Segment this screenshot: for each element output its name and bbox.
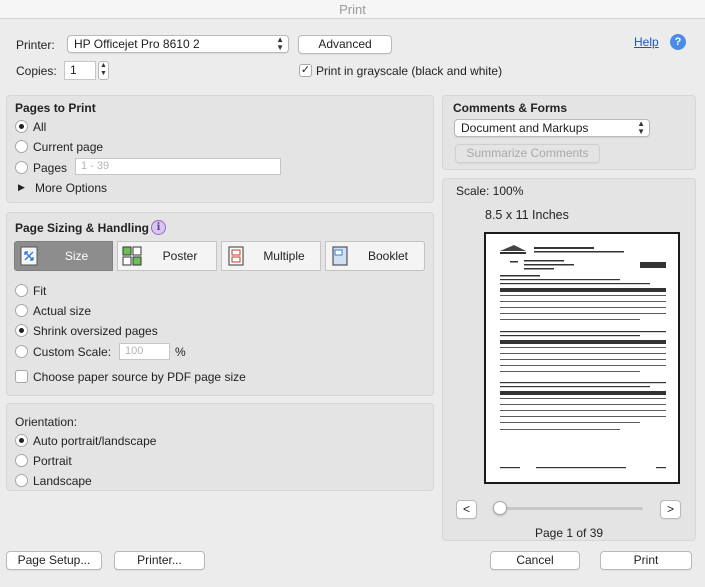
summarize-comments-button[interactable]: Summarize Comments xyxy=(455,144,600,163)
copies-input[interactable]: 1 xyxy=(64,61,96,80)
printer-label: Printer: xyxy=(16,38,55,52)
shrink-oversized-label: Shrink oversized pages xyxy=(33,324,158,338)
actual-size-radio[interactable] xyxy=(15,304,28,317)
booklet-icon xyxy=(332,246,348,266)
tab-booklet[interactable]: Booklet xyxy=(325,241,425,271)
shrink-oversized-radio[interactable] xyxy=(15,324,28,337)
help-link[interactable]: Help xyxy=(634,35,659,49)
portrait-radio[interactable] xyxy=(15,454,28,467)
grayscale-label: Print in grayscale (black and white) xyxy=(316,64,503,78)
custom-scale-input[interactable]: 100 xyxy=(119,343,170,360)
paper-source-label: Choose paper source by PDF page size xyxy=(33,370,246,384)
copies-stepper[interactable]: ▲ ▼ xyxy=(98,61,109,80)
copies-label: Copies: xyxy=(16,64,57,78)
tab-size[interactable]: Size xyxy=(14,241,113,271)
paper-source-checkbox[interactable] xyxy=(15,370,28,383)
more-options-toggle[interactable]: More Options xyxy=(35,181,107,195)
multiple-pages-icon xyxy=(228,246,244,266)
page-setup-button[interactable]: Page Setup... xyxy=(6,551,102,570)
custom-scale-radio[interactable] xyxy=(15,345,28,358)
size-arrows-icon xyxy=(20,246,38,266)
comments-forms-value: Document and Markups xyxy=(461,121,589,135)
advanced-button[interactable]: Advanced xyxy=(298,35,392,54)
percent-label: % xyxy=(175,345,186,359)
window-title: Print xyxy=(339,2,366,17)
chevron-updown-icon: ▲ ▼ xyxy=(276,35,284,52)
pages-to-print-heading: Pages to Print xyxy=(15,101,96,115)
printer-select[interactable]: HP Officejet Pro 8610 2 ▲ ▼ xyxy=(67,35,289,53)
page-slider-thumb[interactable] xyxy=(493,501,507,515)
disclosure-triangle-icon[interactable]: ▶ xyxy=(18,182,25,193)
printer-select-value: HP Officejet Pro 8610 2 xyxy=(74,37,200,51)
previous-page-button[interactable]: < xyxy=(456,500,477,519)
current-page-label: Current page xyxy=(33,140,104,154)
fit-label: Fit xyxy=(33,284,47,298)
page-range-radio[interactable] xyxy=(15,161,28,174)
comments-forms-heading: Comments & Forms xyxy=(453,101,568,115)
current-page-radio[interactable] xyxy=(15,140,28,153)
page-range-label: Pages xyxy=(33,161,68,175)
paper-size-label: 8.5 x 11 Inches xyxy=(485,208,569,222)
document-thumbnail xyxy=(500,245,666,469)
actual-size-label: Actual size xyxy=(33,304,92,318)
chevron-updown-icon: ▲ ▼ xyxy=(637,119,645,136)
auto-orientation-label: Auto portrait/landscape xyxy=(33,434,157,448)
tab-multiple[interactable]: Multiple xyxy=(221,241,321,271)
poster-icon xyxy=(122,246,142,266)
stepper-down-icon[interactable]: ▼ xyxy=(99,70,108,78)
fit-radio[interactable] xyxy=(15,284,28,297)
tab-multiple-label: Multiple xyxy=(263,249,305,263)
orientation-heading: Orientation: xyxy=(15,415,78,429)
grayscale-checkbox[interactable]: ✓ xyxy=(299,64,312,77)
page-preview xyxy=(484,232,680,484)
window-title-bar: Print xyxy=(0,0,705,19)
all-pages-radio[interactable] xyxy=(15,120,28,133)
page-sizing-heading: Page Sizing & Handling xyxy=(15,221,150,235)
help-icon[interactable]: ? xyxy=(670,34,686,50)
tab-size-label: Size xyxy=(64,249,89,263)
landscape-radio[interactable] xyxy=(15,474,28,487)
all-pages-label: All xyxy=(33,120,47,134)
info-icon[interactable]: i xyxy=(151,220,166,235)
tab-poster[interactable]: Poster xyxy=(117,241,217,271)
stepper-up-icon[interactable]: ▲ xyxy=(99,62,108,70)
comments-forms-select[interactable]: Document and Markups ▲ ▼ xyxy=(454,119,650,137)
portrait-label: Portrait xyxy=(33,454,72,468)
next-page-button[interactable]: > xyxy=(660,500,681,519)
tab-poster-label: Poster xyxy=(162,249,198,263)
print-button[interactable]: Print xyxy=(600,551,692,570)
page-range-input[interactable]: 1 - 39 xyxy=(75,158,281,175)
cancel-button[interactable]: Cancel xyxy=(490,551,580,570)
page-indicator: Page 1 of 39 xyxy=(535,526,604,540)
tab-booklet-label: Booklet xyxy=(367,249,409,263)
landscape-label: Landscape xyxy=(33,474,92,488)
custom-scale-label: Custom Scale: xyxy=(33,345,112,359)
printer-dialog-button[interactable]: Printer... xyxy=(114,551,205,570)
auto-orientation-radio[interactable] xyxy=(15,434,28,447)
page-slider-track[interactable] xyxy=(499,507,643,510)
scale-label: Scale: 100% xyxy=(456,184,524,198)
